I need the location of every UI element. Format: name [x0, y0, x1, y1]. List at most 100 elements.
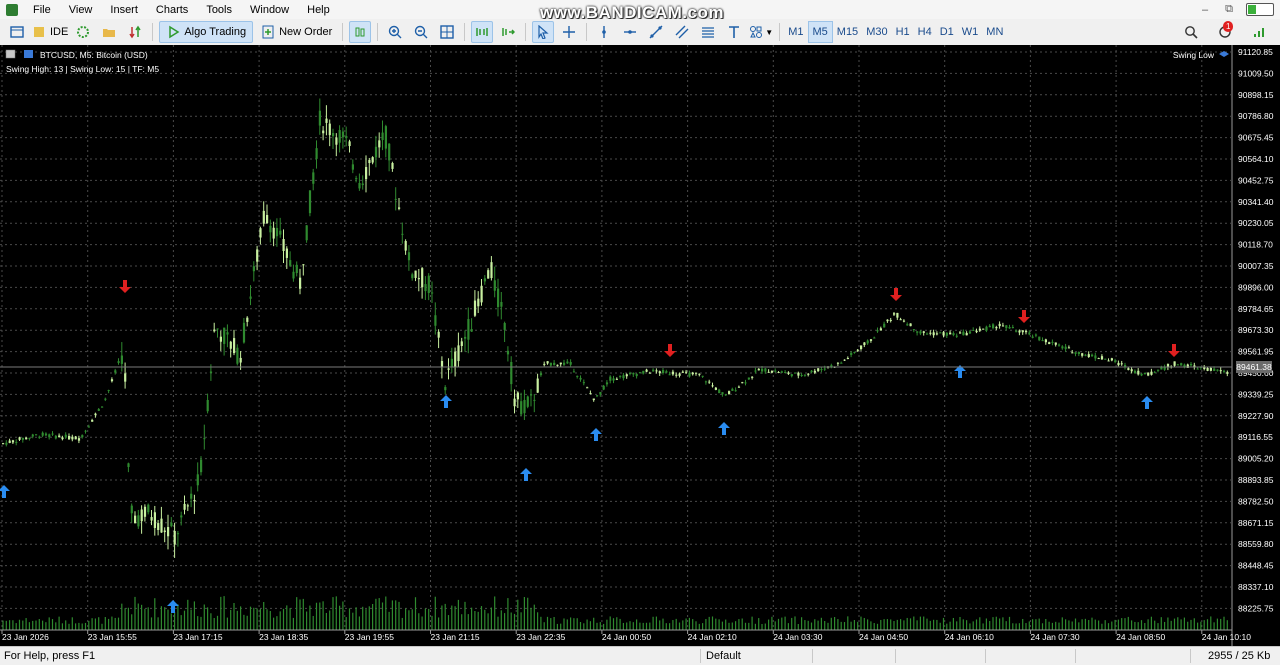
price-tick-label: 88448.45 — [1238, 561, 1274, 571]
vertical-line-icon[interactable] — [593, 21, 615, 43]
timeframe-h1[interactable]: H1 — [892, 22, 914, 42]
candle-body — [246, 317, 249, 322]
candle-body — [127, 463, 130, 468]
menu-view[interactable]: View — [60, 4, 102, 16]
time-tick-label: 24 Jan 08:50 — [1116, 632, 1165, 642]
chart-shift-icon[interactable] — [497, 21, 519, 43]
candle-body — [1107, 360, 1110, 362]
zoom-out-icon[interactable] — [410, 21, 432, 43]
status-bar: For Help, press F1 Default 2955 / 25 Kb — [0, 646, 1280, 665]
new-order-label: New Order — [279, 26, 333, 38]
fibonacci-icon[interactable] — [697, 21, 719, 43]
menu-window[interactable]: Window — [241, 4, 298, 16]
candle-body — [54, 435, 57, 439]
signal-icon[interactable] — [1248, 21, 1270, 43]
new-chart-icon[interactable] — [6, 21, 28, 43]
candle-body — [737, 386, 741, 388]
crosshair-icon[interactable] — [558, 21, 580, 43]
candle-body — [114, 370, 117, 373]
candle-body — [530, 394, 533, 396]
candle-body — [823, 368, 826, 370]
candle-body — [368, 159, 371, 164]
candle-body — [807, 373, 810, 375]
candle-body — [1064, 346, 1067, 350]
text-tool-icon[interactable] — [723, 21, 745, 43]
candle-body — [546, 361, 549, 364]
candle-body — [549, 362, 552, 366]
channel-icon[interactable] — [671, 21, 693, 43]
notifications-icon[interactable]: 1 — [1214, 21, 1236, 43]
candle-body — [886, 319, 889, 322]
timeframe-mn[interactable]: MN — [982, 22, 1007, 42]
horizontal-line-icon[interactable] — [619, 21, 641, 43]
candle-body — [176, 533, 180, 535]
candle-body — [619, 375, 622, 377]
cursor-icon[interactable] — [532, 21, 555, 43]
price-chart[interactable]: 91120.85 91009.50 90898.15 90786.80 90675.45… — [0, 45, 1280, 646]
candle-body — [1025, 331, 1028, 333]
candle-body — [784, 371, 787, 373]
price-tick-label: 89116.55 — [1238, 432, 1273, 442]
candle-body — [909, 323, 912, 327]
minimize-icon[interactable]: – — [1198, 3, 1212, 17]
menu-charts[interactable]: Charts — [147, 4, 197, 16]
timeframe-h4[interactable]: H4 — [914, 22, 936, 42]
trendline-icon[interactable] — [645, 21, 667, 43]
candle-body — [698, 373, 701, 375]
menu-help[interactable]: Help — [298, 4, 339, 16]
zoom-in-icon[interactable] — [384, 21, 406, 43]
candle-body — [965, 332, 968, 336]
candle-body — [216, 328, 219, 330]
candle-body — [850, 352, 853, 355]
menu-insert[interactable]: Insert — [101, 4, 147, 16]
menu-tools[interactable]: Tools — [197, 4, 241, 16]
price-tick-label: 90898.15 — [1238, 90, 1274, 100]
candles-icon[interactable] — [349, 21, 372, 43]
candle-body — [384, 126, 387, 149]
price-tick-label: 88782.50 — [1238, 496, 1274, 506]
autoscroll-icon[interactable] — [471, 21, 494, 43]
time-tick-label: 24 Jan 03:30 — [773, 632, 822, 642]
candle-body — [483, 278, 486, 282]
updown-arrows-icon[interactable] — [124, 21, 146, 43]
candle-body — [873, 337, 876, 339]
candle-body — [417, 278, 420, 280]
candle-body — [830, 365, 833, 367]
candle-body — [160, 518, 163, 533]
candle-body — [599, 392, 602, 395]
shapes-dropdown-icon[interactable]: ▼ — [749, 21, 773, 43]
algo-trading-button[interactable]: Algo Trading — [159, 21, 254, 43]
candle-body — [358, 183, 361, 189]
timeframe-m5[interactable]: M5 — [807, 21, 833, 43]
market-icon[interactable] — [72, 21, 94, 43]
candle-body — [500, 301, 503, 307]
candle-body — [569, 362, 572, 365]
folder-icon[interactable] — [98, 21, 120, 43]
restore-icon[interactable]: ⧉ — [1222, 3, 1236, 17]
candle-body — [193, 500, 196, 502]
candle-body — [130, 505, 133, 514]
candle-body — [945, 332, 948, 336]
new-order-button[interactable]: New Order — [257, 21, 336, 43]
ide-button[interactable]: IDE — [32, 21, 68, 43]
candle-body — [1097, 358, 1100, 360]
timeframe-m1[interactable]: M1 — [784, 22, 807, 42]
search-icon[interactable] — [1180, 21, 1202, 43]
candle-body — [1021, 330, 1024, 333]
timeframe-w1[interactable]: W1 — [958, 22, 983, 42]
tile-windows-icon[interactable] — [436, 21, 458, 43]
timeframe-d1[interactable]: D1 — [936, 22, 958, 42]
candle-body — [1183, 364, 1186, 367]
candle-body — [223, 327, 226, 344]
candle-body — [975, 330, 978, 333]
candle-body — [592, 398, 595, 401]
chart-window[interactable]: 91120.85 91009.50 90898.15 90786.80 90675.45… — [0, 45, 1280, 646]
candle-body — [365, 167, 368, 180]
candle-body — [388, 143, 391, 161]
candle-body — [440, 361, 444, 367]
candle-body — [576, 375, 579, 377]
timeframe-m15[interactable]: M15 — [833, 22, 862, 42]
timeframe-m30[interactable]: M30 — [862, 22, 891, 42]
candle-body — [794, 372, 797, 374]
menu-file[interactable]: File — [24, 4, 60, 16]
